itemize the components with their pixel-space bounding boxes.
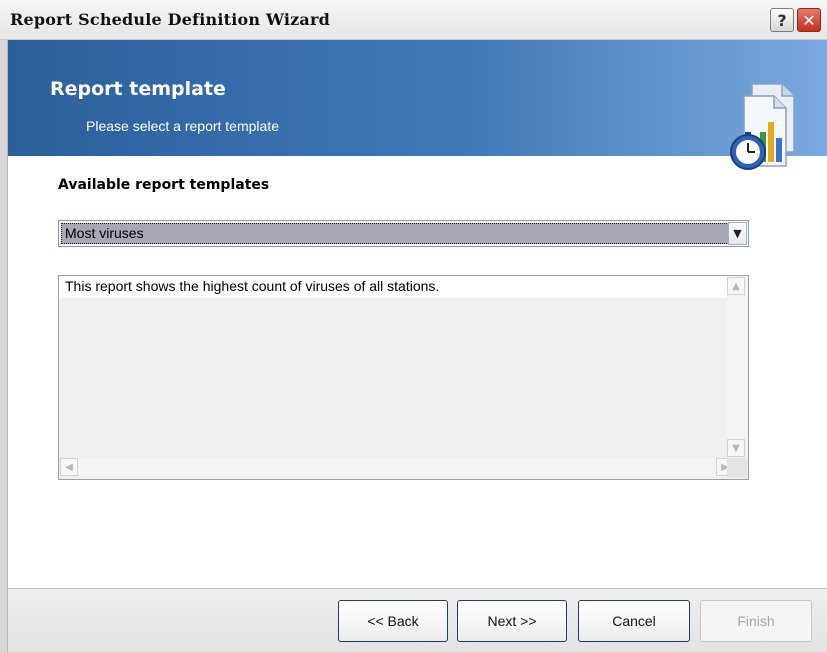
template-description-text: This report shows the highest count of v…	[59, 276, 735, 298]
finish-button: Finish	[700, 600, 812, 642]
template-description-box[interactable]: This report shows the highest count of v…	[58, 275, 749, 480]
close-icon: ✕	[802, 10, 816, 30]
available-templates-label: Available report templates	[58, 177, 270, 193]
chevron-down-icon: ▼	[732, 442, 740, 454]
next-button[interactable]: Next >>	[457, 600, 567, 642]
close-button[interactable]: ✕	[797, 8, 821, 32]
help-icon: ?	[777, 10, 787, 30]
window-title: Report Schedule Definition Wizard	[10, 10, 330, 29]
scroll-left-button[interactable]: ◀	[60, 458, 78, 476]
page-title: Report template	[50, 78, 226, 100]
chevron-down-icon: ▼	[733, 227, 742, 240]
scroll-up-button[interactable]: ▲	[727, 277, 745, 295]
title-bar: Report Schedule Definition Wizard ? ✕	[0, 0, 827, 40]
selected-template-value[interactable]: Most viruses	[61, 223, 729, 244]
report-template-dropdown[interactable]: Most viruses ▼	[58, 220, 749, 247]
chevron-up-icon: ▲	[732, 280, 740, 292]
page-subtitle: Please select a report template	[86, 118, 279, 134]
wizard-header-banner: Report template Please select a report t…	[8, 40, 827, 170]
report-clock-chart-icon	[730, 83, 795, 170]
horizontal-scrollbar[interactable]: ◀ ▶	[60, 458, 734, 478]
vertical-scrollbar[interactable]: ▲ ▼	[727, 277, 747, 457]
help-button[interactable]: ?	[770, 8, 794, 32]
cancel-button[interactable]: Cancel	[578, 600, 690, 642]
scroll-down-button[interactable]: ▼	[727, 439, 745, 457]
window-frame-left	[0, 40, 8, 652]
scrollbar-corner	[727, 458, 747, 478]
dropdown-arrow-button[interactable]: ▼	[728, 222, 747, 245]
back-button[interactable]: << Back	[338, 600, 448, 642]
chevron-left-icon: ◀	[65, 461, 73, 473]
